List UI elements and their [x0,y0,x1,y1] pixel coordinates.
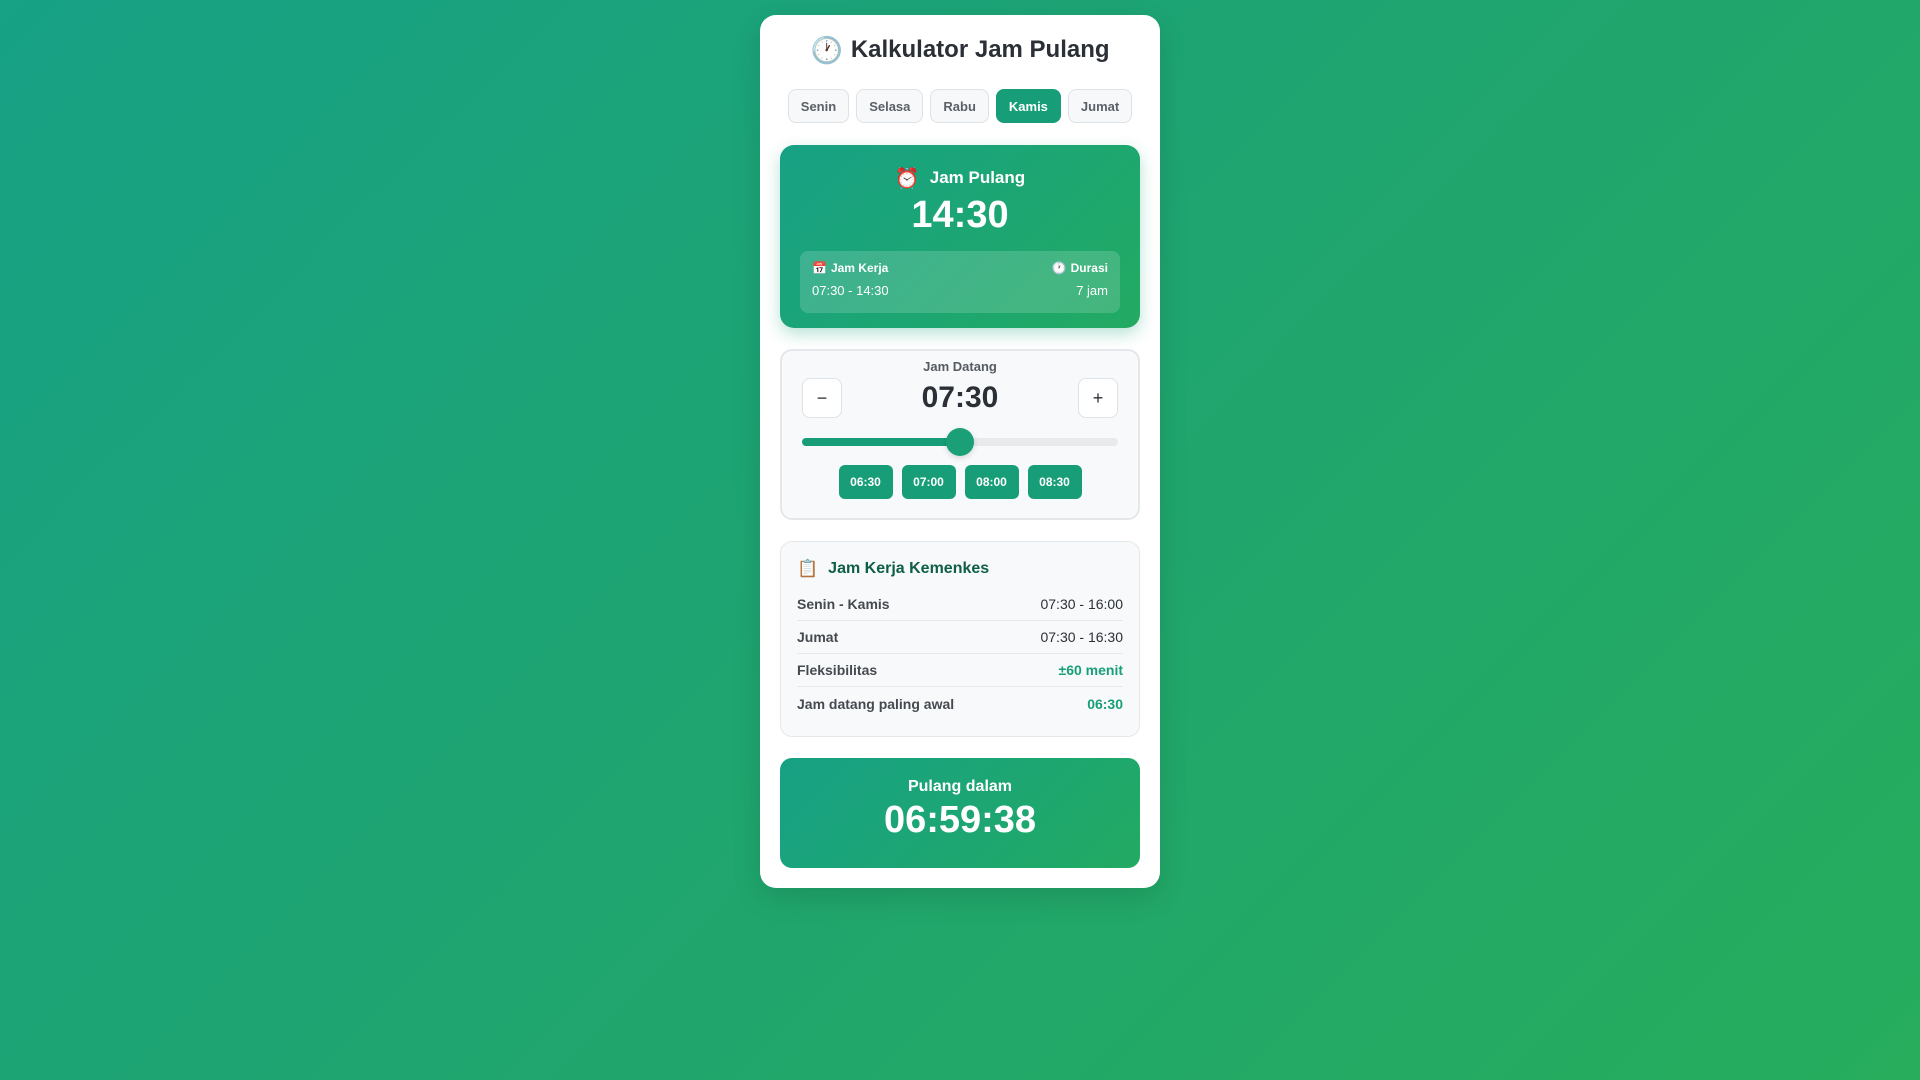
tab-jumat[interactable]: Jumat [1067,89,1133,123]
arrival-time: 07:30 [921,381,999,414]
tab-selasa[interactable]: Selasa [856,89,924,123]
departure-label-text: Jam Pulang [929,168,1026,187]
departure-result-card: ⏰ Jam Pulang 14:30 📅 Jam Kerja 07:30 - 1… [780,145,1140,328]
rule-value: 07:30 - 16:30 [1040,629,1123,645]
departure-time: 14:30 [911,194,1009,236]
rule-key: Jam datang paling awal [797,695,955,712]
work-hours-value: 07:30 - 14:30 [812,283,889,298]
tab-senin[interactable]: Senin [787,89,850,123]
work-rules-panel: 📋 Jam Kerja Kemenkes Senin - Kamis 07:30 … [780,541,1140,737]
countdown-time: 06:59:38 [883,799,1037,841]
slider-thumb[interactable] [946,428,974,456]
preset-button[interactable]: 06:30 [838,465,893,499]
rules-list: Senin - Kamis 07:30 - 16:00 Jumat 07:30 - 1… [797,588,1123,720]
arrival-time-panel: Jam Datang − 07:30 + 06:30 07:00 08:00 08:3… [780,349,1140,520]
work-info-box: 📅 Jam Kerja 07:30 - 14:30 🕐 Durasi 7 jam [800,251,1120,313]
duration-column: 🕐 Durasi 7 jam [1052,261,1108,303]
departure-label: ⏰ Jam Pulang [800,165,1120,191]
duration-value: 7 jam [1076,283,1108,298]
rule-key: Senin - Kamis [797,596,890,612]
app-title-text: Kalkulator Jam Pulang [850,36,1110,63]
calendar-icon: 📅 [812,261,827,275]
rule-key: Fleksibilitas [797,662,878,678]
app-title: 🕐 Kalkulator Jam Pulang [780,33,1140,67]
arrival-stepper: − 07:30 + [802,378,1118,418]
rules-heading: 📋 Jam Kerja Kemenkes [797,558,1123,580]
preset-button[interactable]: 07:00 [901,465,956,499]
preset-button[interactable]: 08:00 [964,465,1019,499]
rule-row: Senin - Kamis 07:30 - 16:00 [797,588,1123,621]
work-hours-label: Jam Kerja [830,261,889,275]
rule-row: Jumat 07:30 - 16:30 [797,621,1123,654]
preset-buttons: 06:30 07:00 08:00 08:30 [802,465,1118,499]
countdown-label: Pulang dalam [907,778,1013,795]
alarm-clock-icon: ⏰ [894,167,920,190]
clock-icon: 🕐 [810,34,843,65]
slider-fill [802,438,960,446]
work-hours-column: 📅 Jam Kerja 07:30 - 14:30 [812,261,889,303]
decrement-button[interactable]: − [802,378,842,418]
rule-key: Jumat [797,629,839,645]
calculator-card: 🕐 Kalkulator Jam Pulang Senin Selasa Rabu K… [760,15,1160,888]
rules-title: Jam Kerja Kemenkes [828,560,990,577]
rule-row: Jam datang paling awal 06:30 [797,687,1123,720]
increment-button[interactable]: + [1077,378,1118,418]
rule-row: Fleksibilitas ±60 menit [797,654,1123,687]
preset-button[interactable]: 08:30 [1027,465,1082,499]
countdown-card: Pulang dalam 06:59:38 [780,758,1140,868]
clipboard-icon: 📋 [797,559,819,578]
duration-label: Durasi [1070,261,1108,275]
rule-value: ±60 menit [1058,662,1123,678]
tab-kamis[interactable]: Kamis [995,89,1061,123]
arrival-slider[interactable] [802,428,1118,456]
rule-value: 06:30 [1087,695,1123,712]
rule-value: 07:30 - 16:00 [1040,596,1123,612]
work-hours-heading: 📅 Jam Kerja [812,261,889,275]
duration-heading: 🕐 Durasi [1052,261,1108,275]
day-tabs: Senin Selasa Rabu Kamis Jumat [780,89,1140,123]
arrival-label: Jam Datang [923,359,997,374]
clock-icon: 🕐 [1051,261,1067,275]
tab-rabu[interactable]: Rabu [930,89,989,123]
